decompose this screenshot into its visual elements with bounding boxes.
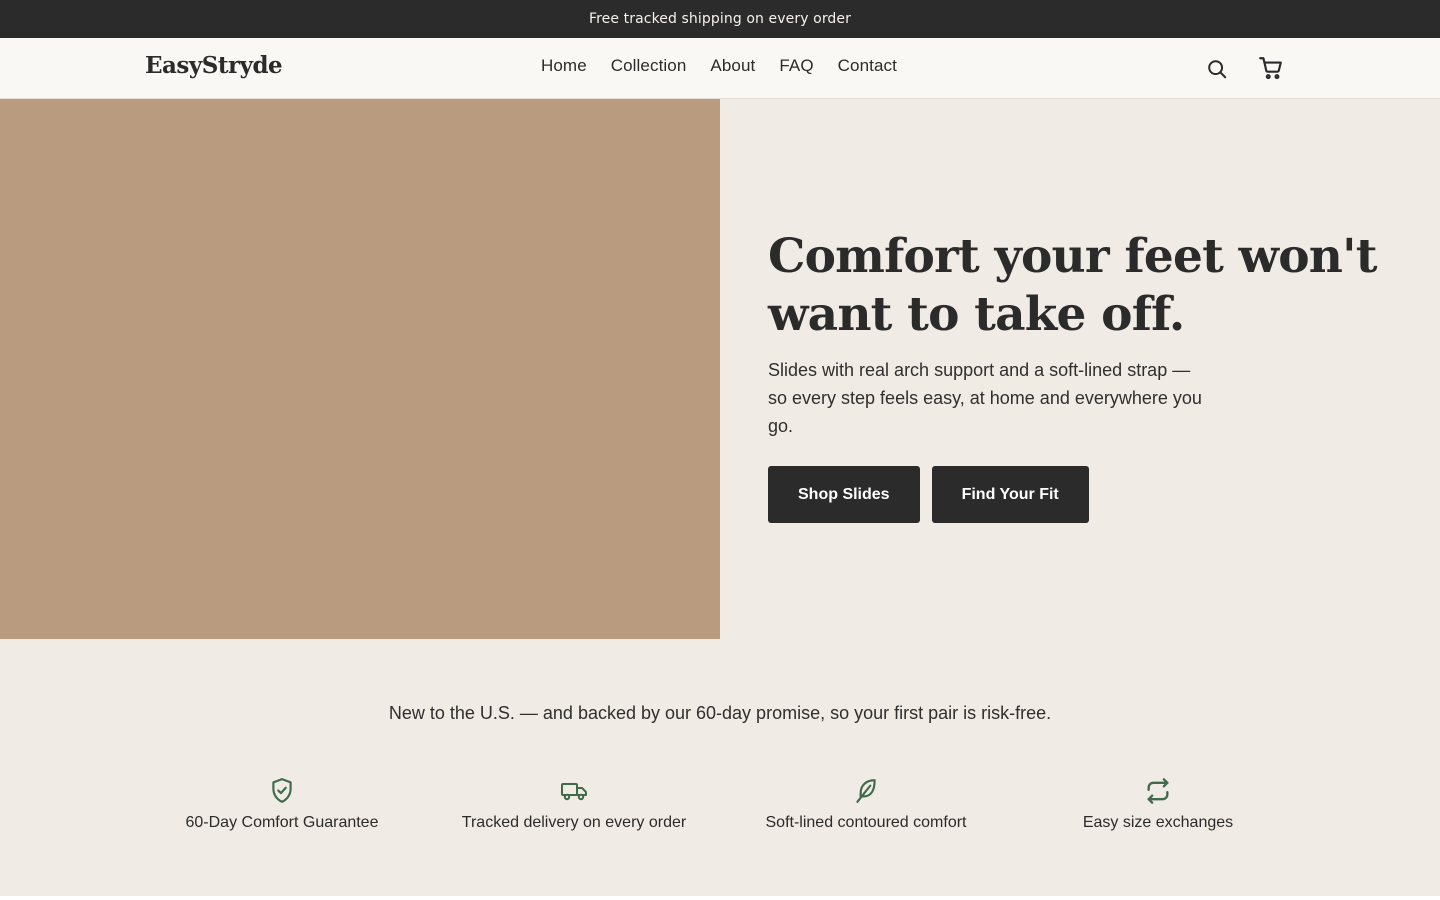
- feather-icon: [853, 776, 879, 806]
- truck-icon: [560, 776, 588, 806]
- logo[interactable]: EasyStryde: [145, 52, 283, 79]
- main-nav: Home Collection About FAQ Contact: [541, 56, 897, 76]
- promise-text-wrapper: New to the U.S. — and backed by our 60-d…: [0, 699, 1440, 728]
- hero-subtitle: Slides with real arch support and a soft…: [768, 360, 1202, 436]
- feature-label: Soft-lined contoured comfort: [765, 814, 967, 831]
- feature-label: Easy size exchanges: [1082, 814, 1234, 831]
- cart-icon[interactable]: [1258, 55, 1284, 81]
- shield-check-icon: [269, 776, 295, 806]
- hero-content: Comfort your feet won't want to take off…: [768, 228, 1388, 523]
- nav-collection[interactable]: Collection: [611, 56, 687, 76]
- feature-guarantee: 60-Day Comfort Guarantee: [136, 776, 428, 832]
- shop-slides-button[interactable]: Shop Slides: [768, 466, 920, 523]
- hero-section: Comfort your feet won't want to take off…: [0, 99, 1440, 639]
- announcement-text: Free tracked shipping on every order: [589, 11, 851, 27]
- hero-title: Comfort your feet won't want to take off…: [768, 229, 1377, 342]
- feature-label: 60-Day Comfort Guarantee: [185, 814, 379, 831]
- announcement-bar: Free tracked shipping on every order: [0, 0, 1440, 38]
- feature-comfort: Soft-lined contoured comfort: [720, 776, 1012, 832]
- find-your-fit-button[interactable]: Find Your Fit: [931, 466, 1089, 523]
- nav-home[interactable]: Home: [541, 56, 587, 76]
- nav-contact[interactable]: Contact: [838, 56, 897, 76]
- hero-image: [0, 99, 720, 639]
- features-row: 60-Day Comfort Guarantee Tracked deliver…: [136, 776, 1304, 832]
- feature-exchanges: Easy size exchanges: [1012, 776, 1304, 832]
- nav-about[interactable]: About: [710, 56, 755, 76]
- nav-faq[interactable]: FAQ: [779, 56, 813, 76]
- search-icon[interactable]: [1204, 56, 1230, 82]
- feature-label: Tracked delivery on every order: [461, 814, 687, 831]
- promise-text: New to the U.S. — and backed by our 60-d…: [388, 703, 1052, 723]
- section-divider: [0, 896, 1440, 900]
- hero-buttons: Shop Slides Find Your Fit: [768, 466, 1388, 523]
- feature-delivery: Tracked delivery on every order: [428, 776, 720, 832]
- exchange-icon: [1144, 776, 1172, 806]
